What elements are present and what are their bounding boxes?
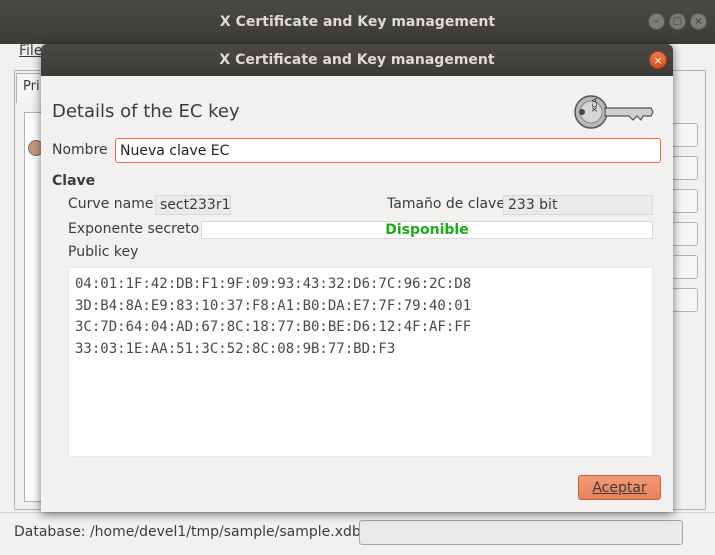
key-icon-label: XCA [591, 98, 599, 112]
dialog-titlebar: X Certificate and Key management × [41, 44, 673, 76]
close-button[interactable]: × [690, 13, 707, 30]
key-size-value: 233 bit [503, 195, 653, 215]
ec-key-details-dialog: X Certificate and Key management × Detai… [41, 44, 673, 512]
public-key-line: 33:03:1E:AA:51:3C:52:8C:08:9B:77:BD:F3 [75, 340, 396, 357]
side-button-5[interactable] [672, 255, 698, 279]
main-titlebar: X Certificate and Key management – □ × [0, 0, 715, 44]
public-key-line: 3C:7D:64:04:AD:67:8C:18:77:B0:BE:D6:12:4… [75, 319, 472, 335]
side-button-2[interactable] [672, 156, 698, 180]
dialog-heading: Details of the EC key [52, 101, 240, 122]
dialog-close-button[interactable]: × [649, 51, 667, 69]
name-input[interactable] [115, 138, 661, 163]
accept-button[interactable]: Aceptar [578, 475, 661, 500]
minimize-button[interactable]: – [648, 13, 665, 30]
key-size-label: Tamaño de clave [387, 196, 505, 212]
side-button-3[interactable] [672, 189, 698, 213]
window-controls: – □ × [648, 13, 707, 30]
secret-exponent-status: Disponible [385, 222, 469, 238]
side-button-1[interactable] [672, 123, 698, 147]
side-button-6[interactable] [672, 288, 698, 312]
secret-exponent-field: Disponible [201, 221, 653, 239]
dialog-title: X Certificate and Key management [219, 52, 495, 68]
tab-private-keys-label: Pri [23, 79, 40, 94]
side-button-4[interactable] [672, 222, 698, 246]
public-key-textarea[interactable]: 04:01:1F:42:DB:F1:9F:09:93:43:32:D6:7C:9… [68, 267, 653, 457]
key-group-title: Clave [52, 173, 96, 189]
curve-name-label: Curve name [68, 196, 154, 212]
maximize-button[interactable]: □ [669, 13, 686, 30]
status-progress-bar [359, 520, 683, 545]
public-key-line: 04:01:1F:42:DB:F1:9F:09:93:43:32:D6:7C:9… [75, 276, 472, 292]
menu-file[interactable]: File [19, 43, 42, 59]
public-key-label: Public key [68, 244, 139, 260]
accept-button-label: Aceptar [592, 479, 647, 496]
public-key-line: 3D:B4:8A:E9:83:10:37:F8:A1:B0:DA:E7:7F:7… [75, 297, 472, 314]
key-icon: XCA [574, 95, 654, 129]
name-label: Nombre [52, 142, 108, 158]
curve-name-value: sect233r1 [155, 195, 231, 215]
secret-exponent-label: Exponente secreto [68, 221, 200, 237]
database-path: Database: /home/devel1/tmp/sample/sample… [14, 524, 361, 540]
main-window-title: X Certificate and Key management [219, 14, 496, 30]
